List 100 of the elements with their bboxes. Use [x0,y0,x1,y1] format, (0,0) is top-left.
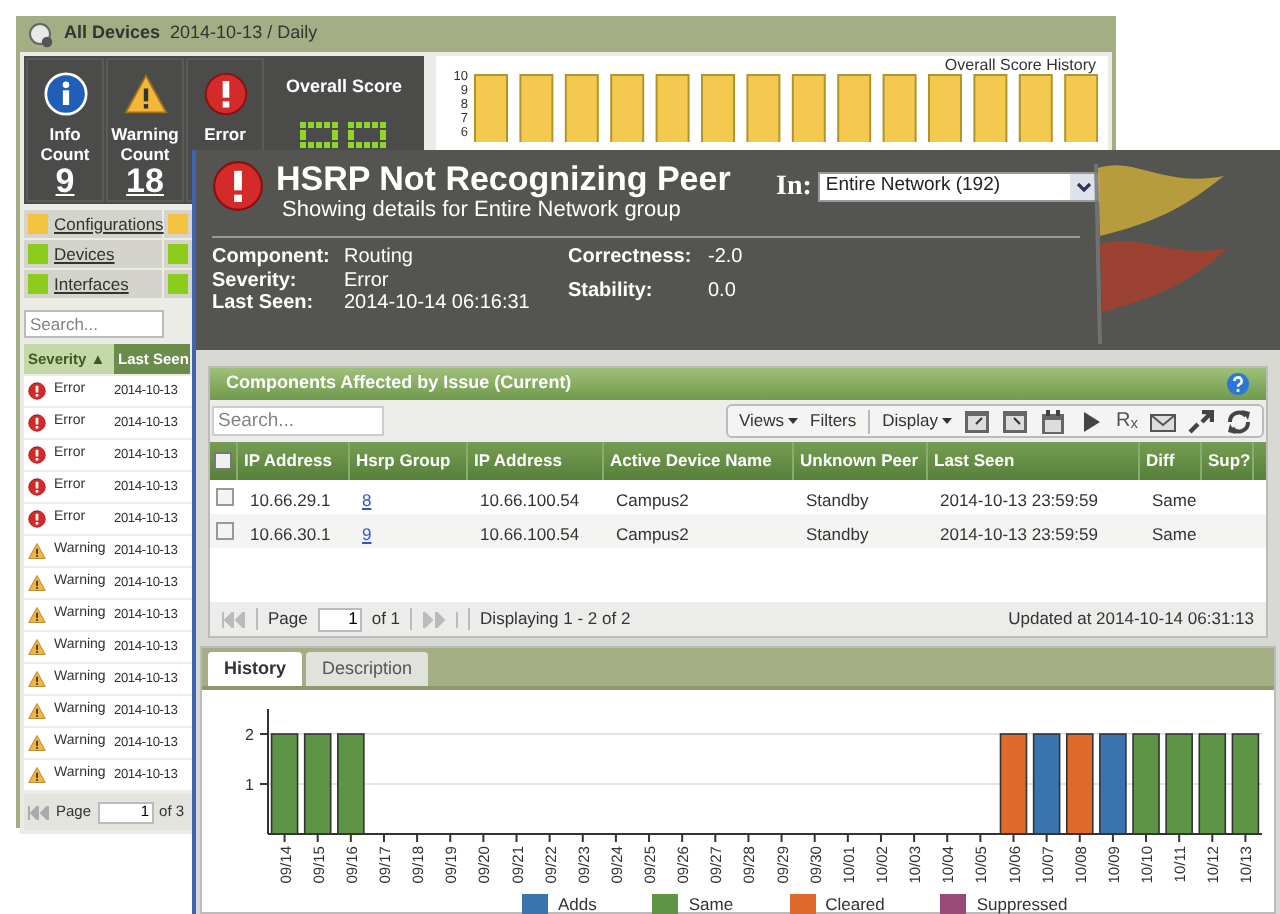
group-link[interactable]: 8 [362,489,372,509]
pager-status: Displaying 1 - 2 of 2 [480,606,631,632]
issue-subtitle: Showing details for Entire Network group [280,198,683,224]
tile-label: Error [204,124,246,144]
refresh-icon[interactable] [1226,409,1252,433]
expand-arrows-icon[interactable] [1188,409,1214,433]
chart-bar [303,733,332,835]
table-cell: Same [1152,523,1197,543]
pager-label: Page [268,606,308,632]
prescription-button[interactable]: R$_{x}$ [1116,411,1138,431]
chevron-down-icon [1069,174,1098,200]
warning-icon [28,702,46,720]
grid-export-icon[interactable] [964,409,991,433]
tile-label: Warning Count [109,124,181,164]
detail-value: 2014-10-14 06:16:31 [344,292,532,315]
warning-icon [123,72,167,116]
menu-button[interactable]: Display [882,408,953,434]
grid-import-icon[interactable] [1002,409,1029,433]
detail-label: Component: [212,246,332,269]
scope-label: In: [776,170,812,206]
tile-count[interactable]: 18 [126,164,164,200]
info-icon [43,72,87,116]
y-axis [259,708,269,835]
play-icon[interactable] [1078,409,1105,433]
table-cell: Campus2 [616,523,689,543]
search-field[interactable]: Search... [24,310,164,338]
table-cell: Standby [806,523,869,543]
warning-icon [28,542,46,560]
calendar-icon[interactable] [1040,409,1067,433]
window-subtitle: 2014-10-13 / Daily [170,20,318,47]
warning-icon [28,574,46,592]
legend-label: Adds [558,892,597,914]
detail-value: Error [344,269,391,292]
led-score-drawing [300,121,388,147]
legend-label: Same [688,892,734,914]
menu-button[interactable]: Views [738,408,798,434]
warning-icon [28,766,46,784]
pager-first-prev-icon [222,611,246,627]
tile-label: Info Count [38,124,92,164]
detail-label: Last Seen: [212,292,316,315]
detail-value: -2.0 [708,246,745,272]
chart-bar [1065,733,1094,835]
table-cell: Same [1152,489,1197,509]
chart-bar [1099,733,1127,835]
table-cell: Campus2 [616,489,689,509]
axis-tick-label: 1 [245,776,254,794]
detail-label: Correctness: [568,246,694,272]
chart-bar [1132,733,1160,835]
search-field[interactable]: Search... [212,406,384,436]
legend-label: Cleared [825,892,885,914]
page-field[interactable]: 1 [317,607,362,631]
page-count: of 1 [371,606,401,632]
tab[interactable]: Description [306,652,429,686]
chart-bar [1165,733,1193,835]
issue-title: HSRP Not Recognizing Peer [276,160,733,198]
window-title: All Devices [64,20,161,47]
detail-value: Routing [344,246,415,269]
warning-icon [28,734,46,752]
group-link[interactable]: 9 [362,523,372,543]
detail-value: 0.0 [708,280,738,307]
legend-label: Suppressed [976,892,1068,914]
table-cell: 10.66.100.54 [480,523,580,543]
table-cell: 10.66.30.1 [250,523,331,543]
chart-bar [337,733,365,835]
chart-bar [270,733,299,835]
table-cell: 2014-10-13 23:59:59 [940,523,1098,543]
axis-tick-label: 2 [245,726,254,744]
chart-bar [1032,733,1061,835]
error-icon [212,160,264,212]
scope-dropdown[interactable]: Entire Network (192) [817,172,1100,202]
select-all-checkbox[interactable] [214,452,232,470]
tile-count[interactable]: 9 [55,164,75,200]
chart-bar [999,733,1028,835]
row-checkbox[interactable] [215,522,233,540]
detail-label: Stability: [568,280,655,307]
warning-icon [28,606,46,624]
table-cell: 2014-10-13 23:59:59 [940,489,1098,509]
pager-next-last-icon [422,611,459,627]
detail-label: Severity: [212,269,299,292]
table-cell: Standby [806,489,869,509]
caret-icon [942,418,953,424]
toolbar-button[interactable]: Filters [810,408,857,434]
table-cell: 10.66.100.54 [480,489,580,509]
help-icon [1226,372,1250,396]
row-checkbox[interactable] [215,488,233,506]
devices-icon [28,21,54,47]
table-cell: 10.66.29.1 [250,489,331,509]
tab[interactable]: History [208,652,303,686]
chart-title: Overall Score History [944,56,1096,74]
mail-icon[interactable] [1150,409,1176,433]
chart-bar [1198,733,1227,835]
warning-icon [28,670,46,688]
pager-first-prev-icon [28,805,50,819]
updated-time: Updated at 2014-10-14 06:31:13 [1008,606,1254,632]
caret-icon [788,418,798,424]
error-icon [203,72,247,116]
chart-bar [1231,733,1260,835]
overall-score-label: Overall Score [285,74,403,100]
panel-title: Components Affected by Issue (Current) [226,370,572,397]
warning-icon [28,638,46,656]
